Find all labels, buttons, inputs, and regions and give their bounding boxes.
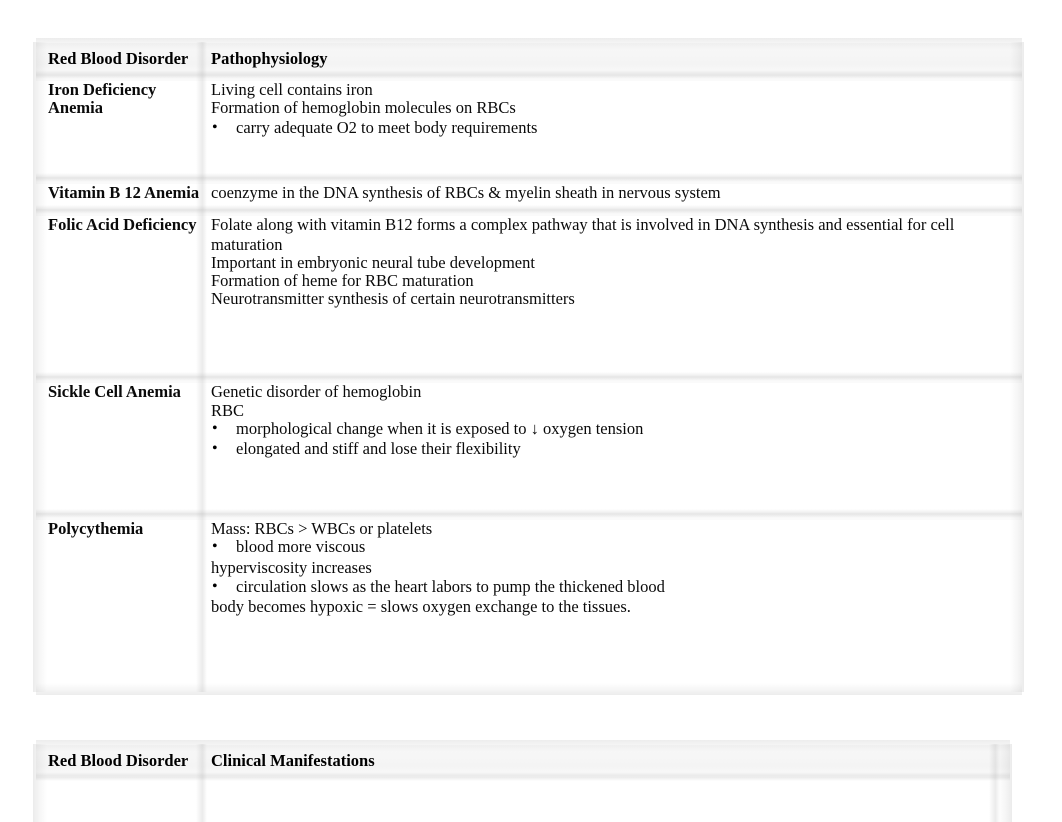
table1-right-edge bbox=[1010, 42, 1024, 692]
table-row-iron-line-2: Formation of hemoglobin molecules on RBC… bbox=[211, 98, 516, 117]
table-row-folic-line-1: Folate along with vitamin B12 forms a co… bbox=[211, 215, 955, 234]
table-row-polycythemia-bullet-1: blood more viscous bbox=[236, 537, 366, 556]
table1-column-separator bbox=[196, 42, 207, 692]
table2-left-edge bbox=[33, 744, 47, 822]
table-row-polycythemia-bullet-2: circulation slows as the heart labors to… bbox=[236, 577, 665, 596]
table1-left-edge bbox=[33, 42, 47, 692]
table-row-polycythemia-line-3: body becomes hypoxic = slows oxygen exch… bbox=[211, 597, 631, 616]
table-row-label-vitamin-b12-anemia: Vitamin B 12 Anemia bbox=[48, 183, 200, 202]
table2-header-col1: Red Blood Disorder bbox=[48, 751, 189, 770]
table-row-label-polycythemia: Polycythemia bbox=[48, 519, 144, 538]
table1-row-separator-2 bbox=[36, 205, 1022, 214]
table1-row-separator-header bbox=[36, 70, 1022, 79]
bullet-icon: • bbox=[212, 119, 218, 136]
table-row-folic-line-4: Formation of heme for RBC maturation bbox=[211, 271, 474, 290]
document-page: Red Blood Disorder Pathophysiology Iron … bbox=[0, 0, 1062, 822]
table1-bottom-edge bbox=[36, 683, 1022, 695]
table2-header-col2: Clinical Manifestations bbox=[211, 751, 375, 770]
table1-row-separator-4 bbox=[36, 509, 1022, 518]
table-row-vitamin-b12-line-1: coenzyme in the DNA synthesis of RBCs & … bbox=[211, 183, 721, 202]
table2-right-edge bbox=[998, 744, 1012, 822]
table-row-label-iron-deficiency-anemia-line2: Anemia bbox=[48, 98, 103, 117]
table-row-label-folic-acid-deficiency: Folic Acid Deficiency bbox=[48, 215, 197, 234]
bullet-icon: • bbox=[212, 420, 218, 437]
bullet-icon: • bbox=[212, 578, 218, 595]
table-row-iron-line-1: Living cell contains iron bbox=[211, 80, 373, 99]
table1-row-separator-3 bbox=[36, 372, 1022, 381]
table-row-sickle-bullet-2: elongated and stiff and lose their flexi… bbox=[236, 439, 521, 458]
table2-row-separator-header bbox=[36, 772, 1010, 781]
table1-row-tint-4 bbox=[36, 376, 1022, 383]
table1-header-col1: Red Blood Disorder bbox=[48, 49, 189, 68]
table1-header-col2: Pathophysiology bbox=[211, 49, 328, 68]
table-row-sickle-line-1: Genetic disorder of hemoglobin bbox=[211, 382, 422, 401]
table1-row-tint-5 bbox=[36, 513, 1022, 520]
table-row-label-sickle-cell-anemia: Sickle Cell Anemia bbox=[48, 382, 181, 401]
table-row-folic-line-2: maturation bbox=[211, 235, 283, 254]
table1-row-tint-1 bbox=[36, 74, 1022, 81]
table-row-polycythemia-line-1: Mass: RBCs > WBCs or platelets bbox=[211, 519, 433, 538]
table-row-iron-bullet-1: carry adequate O2 to meet body requireme… bbox=[236, 118, 538, 137]
table-row-folic-line-5: Neurotransmitter synthesis of certain ne… bbox=[211, 289, 575, 308]
table-row-label-iron-deficiency-anemia-line1: Iron Deficiency bbox=[48, 80, 157, 99]
table2-column-separator-2 bbox=[989, 744, 1000, 822]
table2-column-separator-1 bbox=[196, 744, 207, 822]
table-row-sickle-line-2: RBC bbox=[211, 401, 245, 420]
table1-row-separator-1 bbox=[36, 173, 1022, 182]
table-row-polycythemia-line-2: hyperviscosity increases bbox=[211, 558, 372, 577]
bullet-icon: • bbox=[212, 440, 218, 457]
table-row-sickle-bullet-1: morphological change when it is exposed … bbox=[236, 419, 644, 438]
bullet-icon: • bbox=[212, 538, 218, 555]
table-row-folic-line-3: Important in embryonic neural tube devel… bbox=[211, 253, 535, 272]
